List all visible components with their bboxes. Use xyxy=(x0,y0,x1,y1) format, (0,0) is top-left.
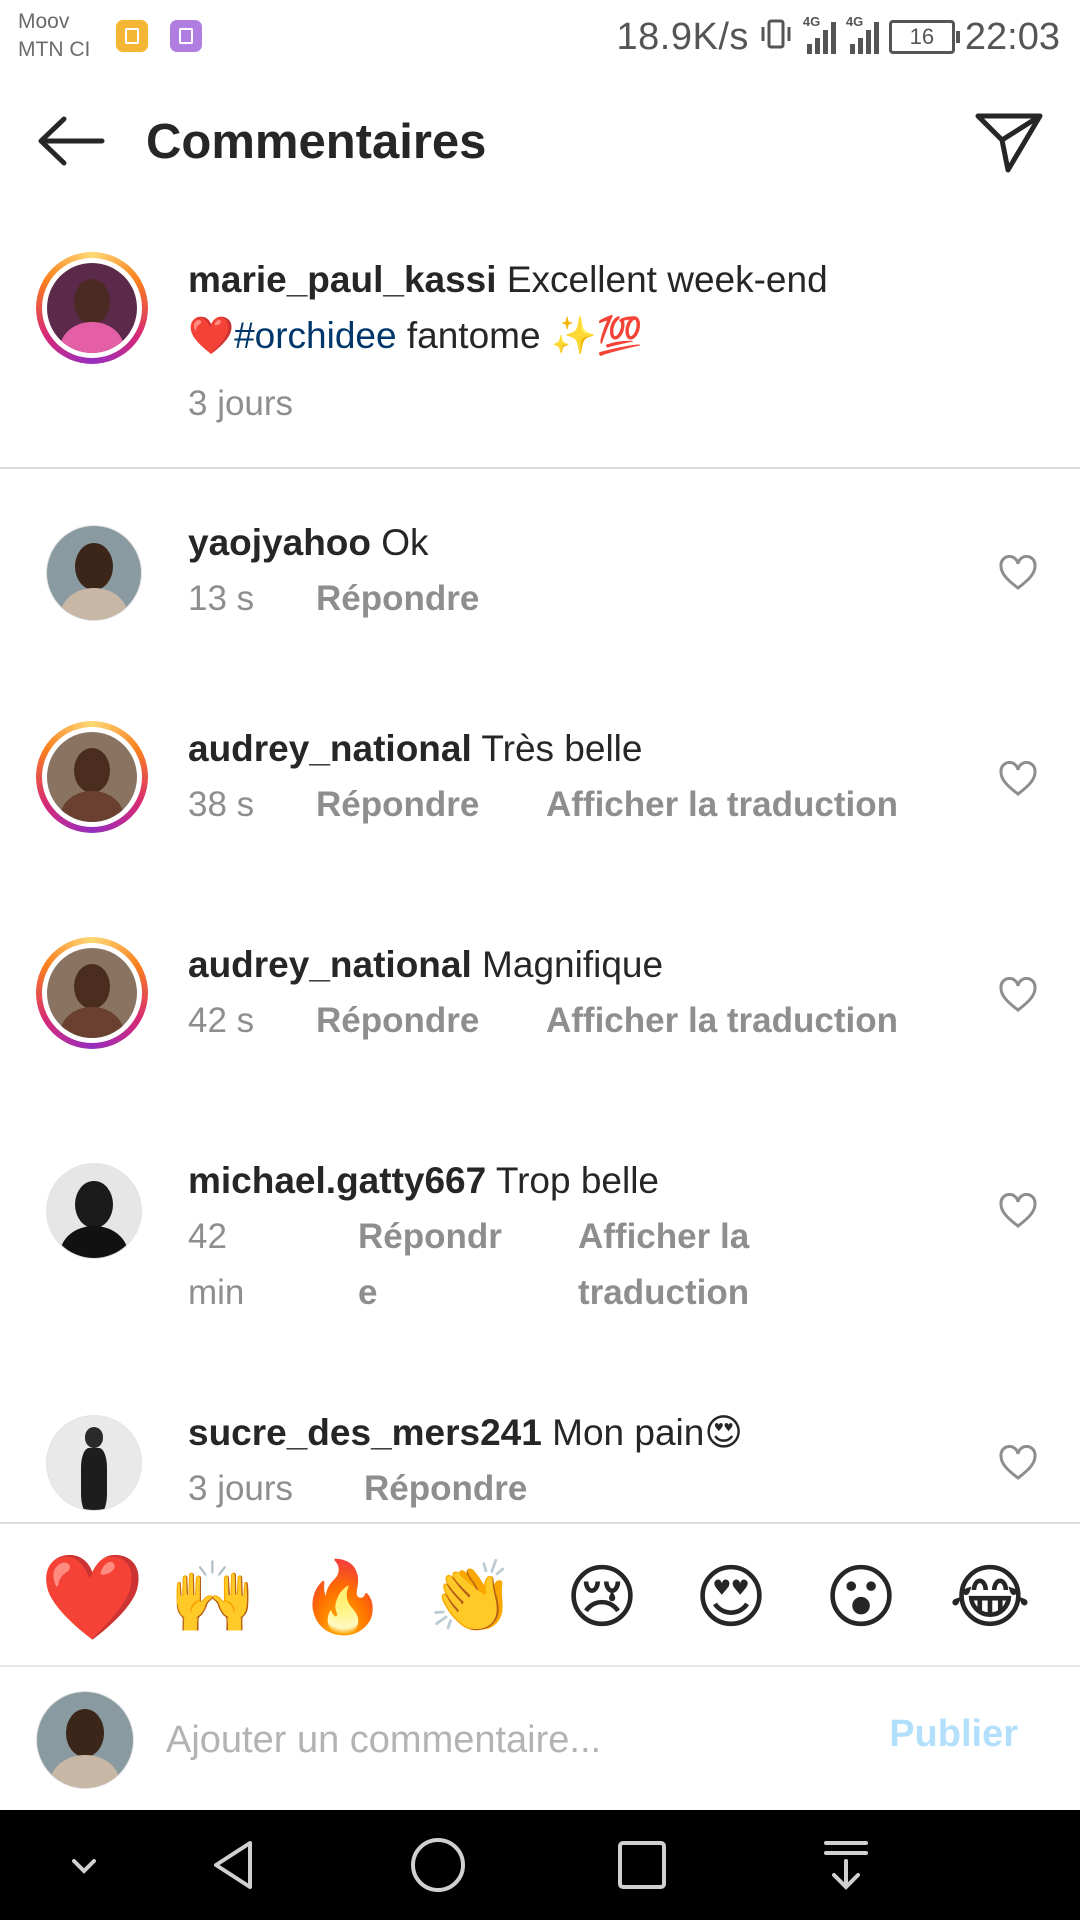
comment-text: Magnifique xyxy=(482,944,664,985)
comment-username[interactable]: sucre_des_mers241 xyxy=(188,1412,542,1453)
clock: 22:03 xyxy=(964,15,1060,58)
emoji-heart-eyes-button[interactable]: 😍 xyxy=(686,1552,776,1642)
page-title: Commentaires xyxy=(146,115,487,169)
carrier-1: Moov xyxy=(18,10,70,33)
emoji-raising-hands-button[interactable]: 🙌 xyxy=(168,1552,258,1642)
vibrate-icon xyxy=(759,17,793,58)
signal-icon-1: 4G xyxy=(803,14,836,54)
avatar xyxy=(36,1691,134,1789)
avatar[interactable] xyxy=(36,1405,148,1517)
see-translation-button[interactable]: Afficher la traduction xyxy=(578,1209,798,1321)
avatar[interactable] xyxy=(36,1153,148,1265)
comment-text: Très belle xyxy=(481,728,643,769)
like-button[interactable] xyxy=(998,977,1038,1013)
notification-app-icon xyxy=(116,20,148,52)
network-speed: 18.9K/s xyxy=(616,15,749,58)
header: Commentaires xyxy=(0,76,1080,210)
status-bar: Moov MTN CI 18.9K/s 4G 4G 16 22:03 xyxy=(0,0,1080,76)
reply-button[interactable]: Répondre xyxy=(316,993,479,1049)
comment-time: 3 jours xyxy=(188,1469,294,1508)
avatar[interactable] xyxy=(36,721,148,833)
emoji-heart-button[interactable]: ❤️ xyxy=(40,1552,145,1642)
share-button[interactable] xyxy=(974,110,1044,174)
avatar[interactable] xyxy=(36,515,148,627)
emoji-crying-button[interactable]: 😢 xyxy=(557,1552,647,1642)
comment-username[interactable]: michael.gatty667 xyxy=(188,1160,486,1201)
nav-recents-button[interactable] xyxy=(612,1835,672,1895)
notification-pulldown-button[interactable] xyxy=(816,1835,876,1895)
network-type-2: 4G xyxy=(845,14,864,29)
caption-text-2: fantome xyxy=(406,315,541,356)
comment-text: Trop belle xyxy=(495,1160,660,1201)
triangle-back-icon xyxy=(214,1841,252,1889)
avatar[interactable] xyxy=(36,937,148,1049)
like-button[interactable] xyxy=(998,555,1038,591)
publish-button[interactable]: Publier xyxy=(889,1713,1018,1756)
sparkle-emoji: ✨💯 xyxy=(550,315,643,356)
comment-time: 13 s xyxy=(188,579,255,618)
heart-outline-icon xyxy=(999,555,1037,590)
emoji-quick-bar: ❤️ 🙌 🔥 👏 😢 😍 😮 😂 xyxy=(0,1522,1080,1667)
reply-button[interactable]: Répondre xyxy=(316,571,479,627)
comment-time: 38 s xyxy=(188,785,255,824)
comment-input[interactable] xyxy=(164,1705,848,1775)
like-button[interactable] xyxy=(998,1445,1038,1481)
carrier-labels: Moov MTN CI xyxy=(18,8,90,64)
heart-emoji: ❤️ xyxy=(188,315,235,356)
paper-plane-icon xyxy=(975,113,1043,173)
battery-icon: 16 xyxy=(888,20,960,54)
comment-text: Mon pain😍 xyxy=(552,1412,743,1453)
emoji-clap-button[interactable]: 👏 xyxy=(427,1552,517,1642)
reply-button[interactable]: Répondre xyxy=(358,1209,518,1321)
reply-button[interactable]: Répondre xyxy=(316,777,479,833)
circle-home-icon xyxy=(411,1838,465,1892)
comment-username[interactable]: audrey_national xyxy=(188,728,472,769)
hide-nav-button[interactable] xyxy=(54,1835,114,1895)
caption-hashtag[interactable]: #orchidee xyxy=(234,315,397,356)
heart-outline-icon xyxy=(999,1193,1037,1228)
reply-button[interactable]: Répondre xyxy=(364,1461,527,1517)
gallery-notification-icon xyxy=(170,20,202,52)
see-translation-button[interactable]: Afficher la traduction xyxy=(546,993,898,1049)
comment-text: Ok xyxy=(381,522,429,563)
emoji-laughing-button[interactable]: 😂 xyxy=(945,1552,1035,1642)
caption-username[interactable]: marie_paul_kassi xyxy=(188,259,497,300)
emoji-surprised-button[interactable]: 😮 xyxy=(816,1552,906,1642)
comment-username[interactable]: yaojyahoo xyxy=(188,522,371,563)
heart-outline-icon xyxy=(999,761,1037,796)
heart-outline-icon xyxy=(999,977,1037,1012)
square-recents-icon xyxy=(618,1841,666,1889)
like-button[interactable] xyxy=(998,1193,1038,1229)
system-navigation-bar xyxy=(0,1810,1080,1920)
comment-composer: Publier xyxy=(0,1667,1080,1810)
network-type-1: 4G xyxy=(802,14,821,29)
caption-text-1: Excellent week-end xyxy=(506,259,828,300)
like-button[interactable] xyxy=(998,761,1038,797)
nav-back-button[interactable] xyxy=(204,1835,264,1895)
arrow-left-icon xyxy=(38,116,105,166)
comment-list[interactable]: yaojyahoo Ok 13 s Répondre audrey_nation… xyxy=(0,469,1080,1521)
see-translation-button[interactable]: Afficher la traduction xyxy=(546,777,898,833)
comment-username[interactable]: audrey_national xyxy=(188,944,472,985)
nav-home-button[interactable] xyxy=(408,1835,468,1895)
carrier-2: MTN CI xyxy=(18,38,91,61)
emoji-fire-button[interactable]: 🔥 xyxy=(298,1552,388,1642)
signal-icon-2: 4G xyxy=(846,14,879,54)
heart-outline-icon xyxy=(999,1445,1037,1480)
caption-time: 3 jours xyxy=(188,384,294,423)
back-button[interactable] xyxy=(36,116,106,166)
avatar[interactable] xyxy=(36,252,148,364)
comment-time: 42 min xyxy=(188,1217,245,1312)
pull-down-icon xyxy=(824,1841,868,1890)
comment-time: 42 s xyxy=(188,1001,255,1040)
chevron-down-icon xyxy=(72,1859,96,1874)
post-caption: marie_paul_kassi Excellent week-end ❤️#o… xyxy=(0,246,1080,468)
